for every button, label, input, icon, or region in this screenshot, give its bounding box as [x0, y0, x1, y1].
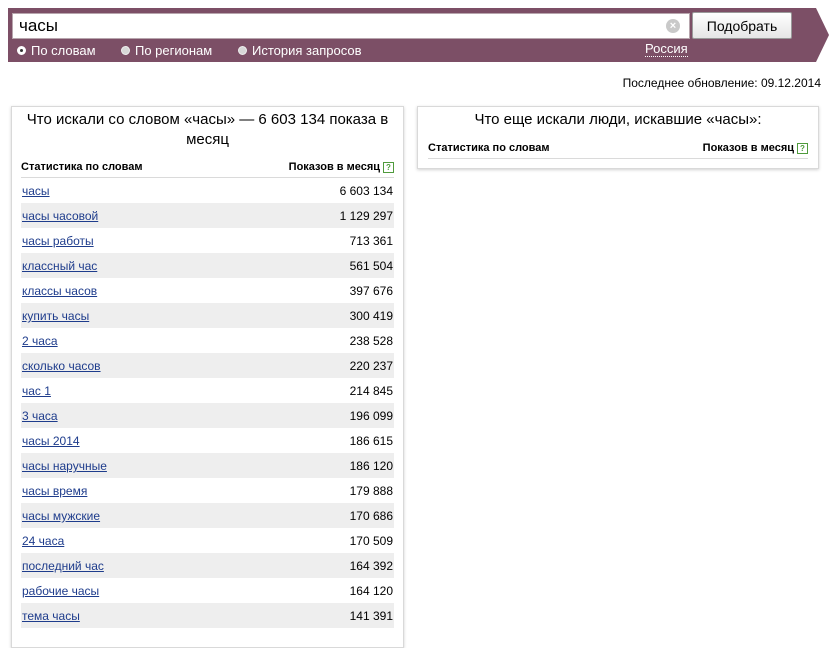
- column-header-keyword: Статистика по словам: [21, 161, 143, 173]
- search-bar-arrow: [816, 8, 829, 62]
- keyword-link[interactable]: последний час: [22, 559, 104, 573]
- keyword-link[interactable]: часы работы: [22, 234, 94, 248]
- radio-by-words[interactable]: По словам: [17, 41, 96, 59]
- keyword-link[interactable]: 3 часа: [22, 409, 58, 423]
- table-header: Статистика по словам Показов в месяц ?: [428, 142, 808, 159]
- radio-label: По регионам: [135, 42, 213, 58]
- keyword-link[interactable]: классы часов: [22, 284, 97, 298]
- impressions-count: 713 361: [349, 234, 393, 248]
- impressions-count: 1 129 297: [339, 209, 393, 223]
- table-row: сколько часов 220 237: [21, 353, 394, 378]
- results-table: часы 6 603 134 часы часовой 1 129 297 часы…: [21, 178, 394, 628]
- table-row: 3 часа 196 099: [21, 403, 394, 428]
- radio-by-regions[interactable]: По регионам: [121, 41, 212, 59]
- impressions-count: 561 504: [349, 259, 393, 273]
- keyword-link[interactable]: часы время: [22, 484, 87, 498]
- column-header-count-label: Показов в месяц: [702, 142, 794, 154]
- impressions-count: 170 509: [349, 534, 393, 548]
- keyword-link[interactable]: часы мужские: [22, 509, 100, 523]
- table-row: часы мужские 170 686: [21, 503, 394, 528]
- related-words-panel: Что искали со словом «часы» — 6 603 134 …: [11, 106, 404, 648]
- table-row: часы часовой 1 129 297: [21, 203, 394, 228]
- keyword-link[interactable]: сколько часов: [22, 359, 101, 373]
- table-row: купить часы 300 419: [21, 303, 394, 328]
- keyword-link[interactable]: часы часовой: [22, 209, 98, 223]
- clear-icon[interactable]: ×: [666, 19, 680, 33]
- table-row: 2 часа 238 528: [21, 328, 394, 353]
- column-header-count: Показов в месяц ?: [289, 161, 394, 173]
- table-row: часы 2014 186 615: [21, 428, 394, 453]
- impressions-count: 141 391: [349, 609, 393, 623]
- also-searched-panel: Что еще искали люди, искавшие «часы»: Ст…: [417, 106, 819, 169]
- table-row: классы часов 397 676: [21, 278, 394, 303]
- column-header-count: Показов в месяц ?: [703, 142, 808, 154]
- impressions-count: 300 419: [349, 309, 393, 323]
- submit-button[interactable]: Подобрать: [692, 12, 792, 39]
- radio-label: По словам: [31, 42, 96, 58]
- table-row: рабочие часы 164 120: [21, 578, 394, 603]
- keyword-link[interactable]: тема часы: [22, 609, 80, 623]
- panel-title: Что искали со словом «часы» — 6 603 134 …: [26, 111, 389, 148]
- keyword-link[interactable]: 24 часа: [22, 534, 64, 548]
- impressions-count: 164 120: [349, 584, 393, 598]
- radio-label: История запросов: [252, 42, 362, 58]
- help-icon[interactable]: ?: [383, 161, 394, 173]
- impressions-count: 220 237: [349, 359, 393, 373]
- impressions-count: 214 845: [349, 384, 393, 398]
- keyword-link[interactable]: купить часы: [22, 309, 89, 323]
- panel-title: Что еще искали люди, искавшие «часы»:: [474, 111, 762, 128]
- help-icon[interactable]: ?: [797, 142, 808, 154]
- column-header-count-label: Показов в месяц: [288, 161, 380, 173]
- table-row: час 1 214 845: [21, 378, 394, 403]
- impressions-count: 186 615: [349, 434, 393, 448]
- impressions-count: 186 120: [349, 459, 393, 473]
- impressions-count: 196 099: [349, 409, 393, 423]
- table-row: классный час 561 504: [21, 253, 394, 278]
- impressions-count: 397 676: [349, 284, 393, 298]
- keyword-link[interactable]: часы: [22, 184, 50, 198]
- keyword-link[interactable]: 2 часа: [22, 334, 58, 348]
- column-header-keyword: Статистика по словам: [428, 142, 550, 154]
- table-row: последний час 164 392: [21, 553, 394, 578]
- region-link[interactable]: Россия: [645, 42, 688, 57]
- table-row: часы наручные 186 120: [21, 453, 394, 478]
- search-bar: × Подобрать По словам По регионам Истори…: [8, 8, 829, 62]
- keyword-link[interactable]: рабочие часы: [22, 584, 99, 598]
- impressions-count: 6 603 134: [339, 184, 393, 198]
- radio-checked-icon: [17, 45, 26, 55]
- keyword-link[interactable]: часы 2014: [22, 434, 80, 448]
- impressions-count: 238 528: [349, 334, 393, 348]
- radio-query-history[interactable]: История запросов: [238, 41, 362, 59]
- impressions-count: 179 888: [349, 484, 393, 498]
- keyword-link[interactable]: час 1: [22, 384, 51, 398]
- impressions-count: 164 392: [349, 559, 393, 573]
- impressions-count: 170 686: [349, 509, 393, 523]
- radio-unchecked-icon: [121, 45, 130, 55]
- table-row: часы время 179 888: [21, 478, 394, 503]
- table-row: 24 часа 170 509: [21, 528, 394, 553]
- table-row: часы работы 713 361: [21, 228, 394, 253]
- table-row: часы 6 603 134: [21, 178, 394, 203]
- table-header: Статистика по словам Показов в месяц ?: [21, 161, 394, 178]
- last-update: Последнее обновление: 09.12.2014: [622, 76, 821, 90]
- keyword-link[interactable]: часы наручные: [22, 459, 107, 473]
- search-input[interactable]: [12, 13, 690, 39]
- table-row: тема часы 141 391: [21, 603, 394, 628]
- keyword-link[interactable]: классный час: [22, 259, 97, 273]
- radio-unchecked-icon: [238, 45, 247, 55]
